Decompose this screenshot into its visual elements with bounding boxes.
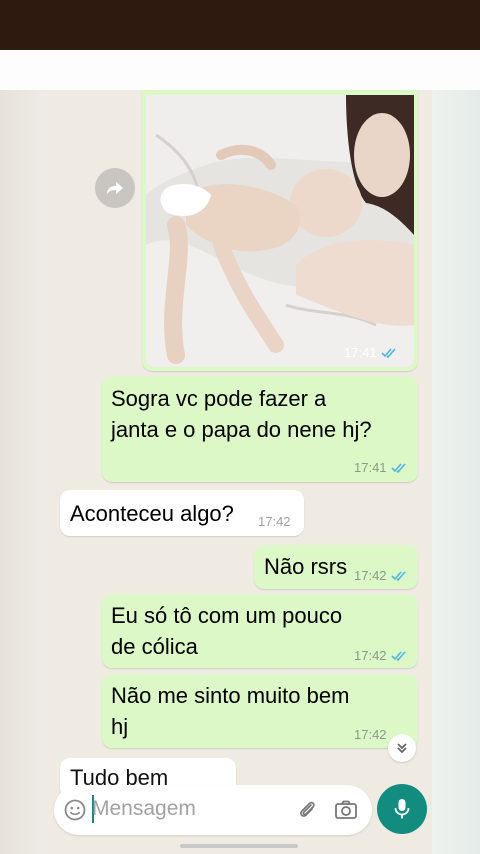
microphone-button[interactable]	[377, 784, 427, 834]
message-meta: 17:42	[354, 648, 407, 663]
double-check-icon	[390, 571, 406, 581]
double-check-icon	[380, 348, 396, 358]
camera-icon[interactable]	[334, 799, 358, 821]
message-time: 17:42	[354, 568, 387, 583]
message-text: Sogra vc pode fazer a janta e o papa do …	[111, 386, 372, 442]
message-time: 17:41	[354, 460, 387, 475]
forward-icon	[107, 182, 123, 194]
message-text: Aconteceu algo?	[70, 501, 234, 526]
photo-meta: 17:41	[344, 345, 397, 360]
header-strip	[0, 50, 480, 90]
emoji-icon[interactable]	[64, 799, 86, 821]
chevron-double-down-icon	[397, 743, 407, 754]
message-text: Não me sinto muito bem hj	[111, 683, 350, 739]
message-time: 17:42	[354, 727, 387, 742]
message-time: 17:42	[258, 514, 291, 529]
double-check-icon	[390, 463, 406, 473]
scroll-down-button[interactable]	[388, 734, 416, 762]
right-backdrop	[432, 90, 480, 854]
message-meta: 17:42	[354, 727, 387, 742]
paperclip-icon[interactable]	[296, 799, 318, 821]
message-time: 17:42	[354, 648, 387, 663]
message-meta: 17:41	[354, 460, 407, 475]
home-indicator	[180, 844, 298, 848]
message-text: Não rsrs	[264, 554, 348, 579]
shared-photo[interactable]	[146, 95, 414, 367]
status-bar	[0, 0, 480, 50]
message-meta: 17:42	[354, 568, 407, 583]
left-backdrop	[0, 90, 46, 854]
double-check-icon	[390, 651, 406, 661]
message-input[interactable]: Mensagem	[92, 797, 196, 821]
message-text: Eu só tô com um pouco de cólica	[111, 603, 343, 659]
photo-time: 17:41	[344, 345, 377, 360]
message-meta: 17:42	[258, 514, 291, 529]
forward-button[interactable]	[95, 168, 135, 208]
microphone-icon	[394, 799, 410, 819]
